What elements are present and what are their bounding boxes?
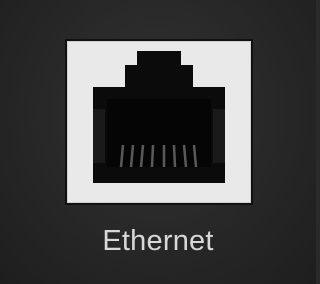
ethernet-port[interactable] <box>67 41 251 203</box>
rj45-ethernet-port-icon <box>93 51 225 183</box>
device-rear-panel: Ethernet <box>0 0 316 284</box>
ethernet-port-label: Ethernet <box>102 225 214 257</box>
